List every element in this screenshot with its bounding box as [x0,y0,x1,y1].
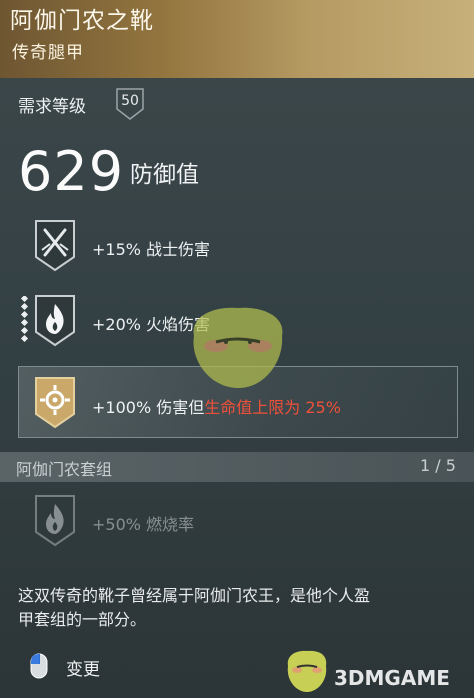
level-value: 50 [121,93,139,109]
item-type: 传奇腿甲 [12,43,84,63]
flame-icon [32,492,78,548]
required-level-label: 需求等级 [18,97,86,117]
perk-level-dots [20,294,30,343]
level-badge: 50 [114,86,146,122]
perk-damage-bonus: +100% 伤害但 [92,398,205,417]
flame-icon [32,292,78,348]
mascot-logo-icon [287,650,327,692]
perk-damage-health-cap: +100% 伤害但生命值上限为 25% [92,394,341,418]
change-button[interactable]: 变更 [66,655,100,680]
crossed-swords-icon [32,217,78,273]
item-title: 阿伽门农之靴 [10,8,154,34]
armor-label: 防御值 [130,162,199,188]
mouse-icon [29,652,49,680]
set-name: 阿伽门农套组 [16,460,113,479]
item-header: 阿伽门农之靴 传奇腿甲 [0,0,474,78]
description-line-1: 这双传奇的靴子曾经属于阿伽门农王，是他个人盈 [18,586,371,605]
perk-warrior-damage: +15% 战士伤害 [92,240,211,259]
watermark-text: 3DMGAME [334,666,450,690]
mascot-watermark-icon [193,307,283,388]
crosshair-icon [32,374,78,430]
perk-health-cap-warning: 生命值上限为 25% [204,398,341,417]
item-description: 这双传奇的靴子曾经属于阿伽门农王，是他个人盈 甲套组的一部分。 [18,584,458,632]
set-piece-count: 1 / 5 [420,456,456,475]
description-line-2: 甲套组的一部分。 [18,610,147,629]
set-perk-burn-chance: +50% 燃烧率 [92,515,195,534]
armor-value: 629 [18,140,125,203]
